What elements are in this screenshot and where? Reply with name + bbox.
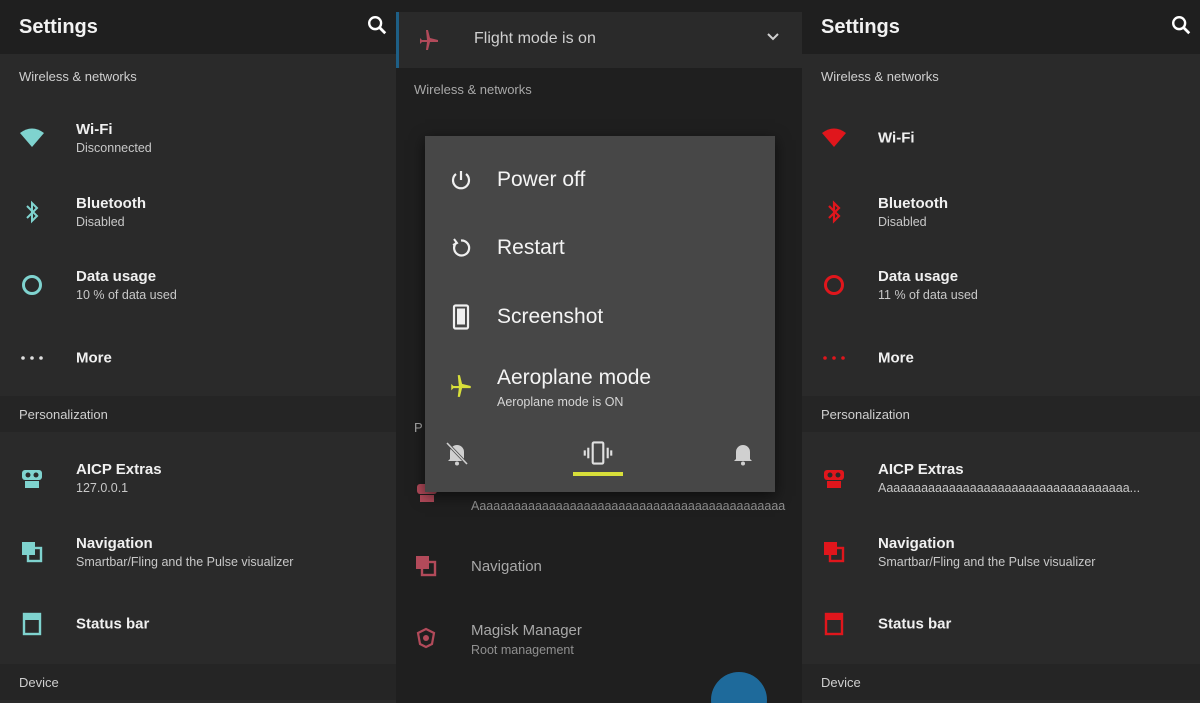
section-header-personalization: Personalization [802,396,1200,432]
settings-item-navigation[interactable]: Navigation Smartbar/Fling and the Pulse v… [802,522,1200,582]
item-label: Magisk Manager [471,622,582,639]
screenshot-label: Screenshot [497,305,604,328]
settings-item-status-bar[interactable]: Status bar [802,594,1200,654]
bluetooth-icon [18,198,46,226]
item-status: 11 % of data used [878,288,978,302]
wifi-icon [18,124,46,152]
item-status: Smartbar/Fling and the Pulse visualizer [878,555,1096,569]
aicp-robot-icon [820,464,848,492]
status-bar-icon [820,610,848,638]
settings-item-more[interactable]: More [0,328,396,388]
search-icon[interactable] [366,14,388,36]
settings-item-navigation[interactable]: Navigation [396,540,802,596]
aeroplane-mode-button[interactable]: Aeroplane mode Aeroplane mode is ON [425,356,775,416]
settings-item-bluetooth[interactable]: Bluetooth Disabled [0,182,396,242]
section-header-device: Device [0,664,396,700]
item-label: Wi-Fi [878,129,915,147]
settings-item-bluetooth[interactable]: Bluetooth Disabled [802,182,1200,242]
chevron-down-icon [767,33,779,41]
section-header-wireless: Wireless & networks [821,68,939,84]
item-status: 10 % of data used [76,288,177,302]
power-menu-dialog: Power off Restart Screenshot Aeroplane m… [425,136,775,492]
settings-item-wifi[interactable]: Wi-Fi [802,108,1200,168]
power-off-button[interactable]: Power off [425,150,775,210]
settings-item-magisk[interactable]: Magisk Manager Root management [396,612,802,668]
section-header-wireless: Wireless & networks [19,68,137,84]
search-icon[interactable] [1170,14,1192,36]
item-status: Root management [471,643,574,657]
settings-item-navigation[interactable]: Navigation Smartbar/Fling and the Pulse v… [0,522,396,582]
item-status: Smartbar/Fling and the Pulse visualizer [76,555,294,569]
power-icon [447,166,475,194]
more-dots-icon [18,344,46,372]
item-label: AICP Extras [76,461,162,478]
item-label: Data usage [76,268,157,285]
item-label: Data usage [878,268,959,285]
bell-icon[interactable] [728,438,758,468]
restart-button[interactable]: Restart [425,218,775,278]
item-label: Navigation [76,535,153,552]
section-header-personalization-partial: P [414,420,423,435]
navigation-icon [18,538,46,566]
page-title: Settings [821,15,900,38]
item-label: More [76,349,112,367]
navigation-icon [820,538,848,566]
active-sound-indicator [573,472,623,476]
airplane-icon [420,30,438,50]
aicp-robot-icon [18,464,46,492]
vibrate-icon[interactable] [583,438,613,468]
power-off-label: Power off [497,168,586,191]
aeroplane-mode-status: Aeroplane mode is ON [497,395,624,409]
screenshot-button[interactable]: Screenshot [425,287,775,347]
item-label: AICP Extras [878,461,964,478]
settings-item-aicp-extras[interactable]: AICP Extras Aaaaaaaaaaaaaaaaaaaaaaaaaaaaa… [802,448,1200,508]
bluetooth-icon [820,198,848,226]
item-status: Disconnected [76,141,152,155]
data-usage-icon [820,271,848,299]
settings-item-wifi[interactable]: Wi-Fi Disconnected [0,108,396,168]
flight-mode-banner[interactable]: Flight mode is on [396,12,802,68]
aicp-status-partial: Aaaaaaaaaaaaaaaaaaaaaaaaaaaaaaaaaaaaaaaa… [471,499,786,513]
section-header-wireless: Wireless & networks [414,82,532,97]
item-status: Aaaaaaaaaaaaaaaaaaaaaaaaaaaaaaaaaaaa... [878,481,1141,495]
restart-icon [447,234,475,262]
item-label: Navigation [471,558,542,575]
item-label: Bluetooth [76,195,146,212]
item-label: More [878,349,914,367]
data-usage-icon [18,271,46,299]
aeroplane-mode-label: Aeroplane mode [497,366,652,389]
app-bar: Settings [802,0,1200,54]
magisk-icon [416,627,436,649]
restart-label: Restart [497,236,565,259]
wifi-icon [820,124,848,152]
navigation-icon [416,556,437,577]
settings-panel-left: Settings Wireless & networks Wi-Fi Discon… [0,0,396,703]
item-label: Bluetooth [878,195,948,212]
section-header-personalization: Personalization [0,396,396,432]
item-label: Navigation [878,535,955,552]
settings-item-status-bar[interactable]: Status bar [0,594,396,654]
item-label: Wi-Fi [76,121,113,138]
settings-panel-right: Settings Wireless & networks Wi-Fi Bluet… [802,0,1200,703]
flight-mode-label: Flight mode is on [474,30,596,47]
settings-item-more[interactable]: More [802,328,1200,388]
bell-off-icon[interactable] [442,438,472,468]
settings-item-data-usage[interactable]: Data usage 10 % of data used [0,255,396,315]
settings-item-aicp-extras[interactable]: AICP Extras 127.0.0.1 [0,448,396,508]
section-header-device: Device [802,664,1200,700]
page-title: Settings [19,15,98,38]
app-bar: Settings [0,0,396,54]
item-label: Status bar [76,615,150,633]
airplane-icon [447,372,475,400]
item-status: Disabled [76,215,125,229]
settings-item-data-usage[interactable]: Data usage 11 % of data used [802,255,1200,315]
item-status: 127.0.0.1 [76,481,129,495]
sound-mode-row [425,426,775,486]
item-label: Status bar [878,615,952,633]
status-bar-icon [18,610,46,638]
item-status: Disabled [878,215,927,229]
phone-screenshot-icon [447,303,475,331]
more-dots-icon [820,344,848,372]
